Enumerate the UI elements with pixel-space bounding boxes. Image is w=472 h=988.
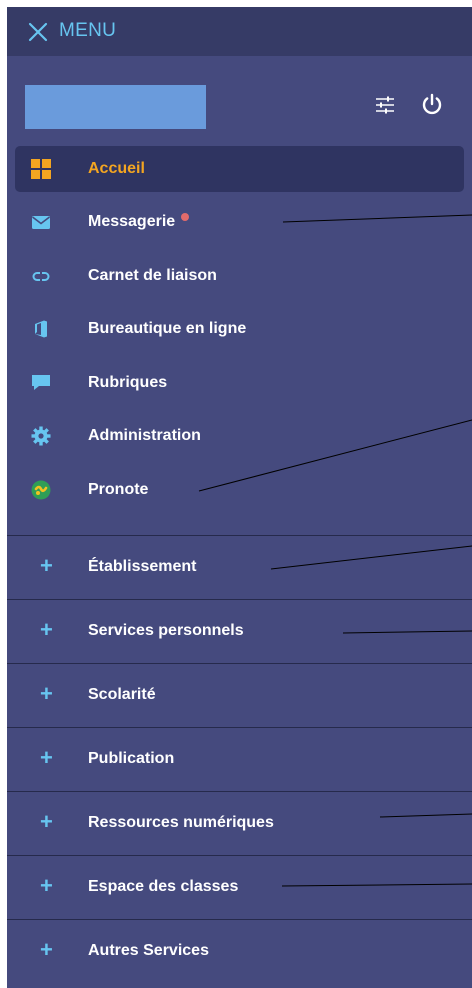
annotation-line [342,630,472,634]
annotation-line [198,419,472,492]
annotation-line [282,214,472,223]
annotation-line [379,813,472,818]
annotation-lines [198,214,472,887]
annotation-line [270,545,472,570]
annotation-line [281,883,472,887]
